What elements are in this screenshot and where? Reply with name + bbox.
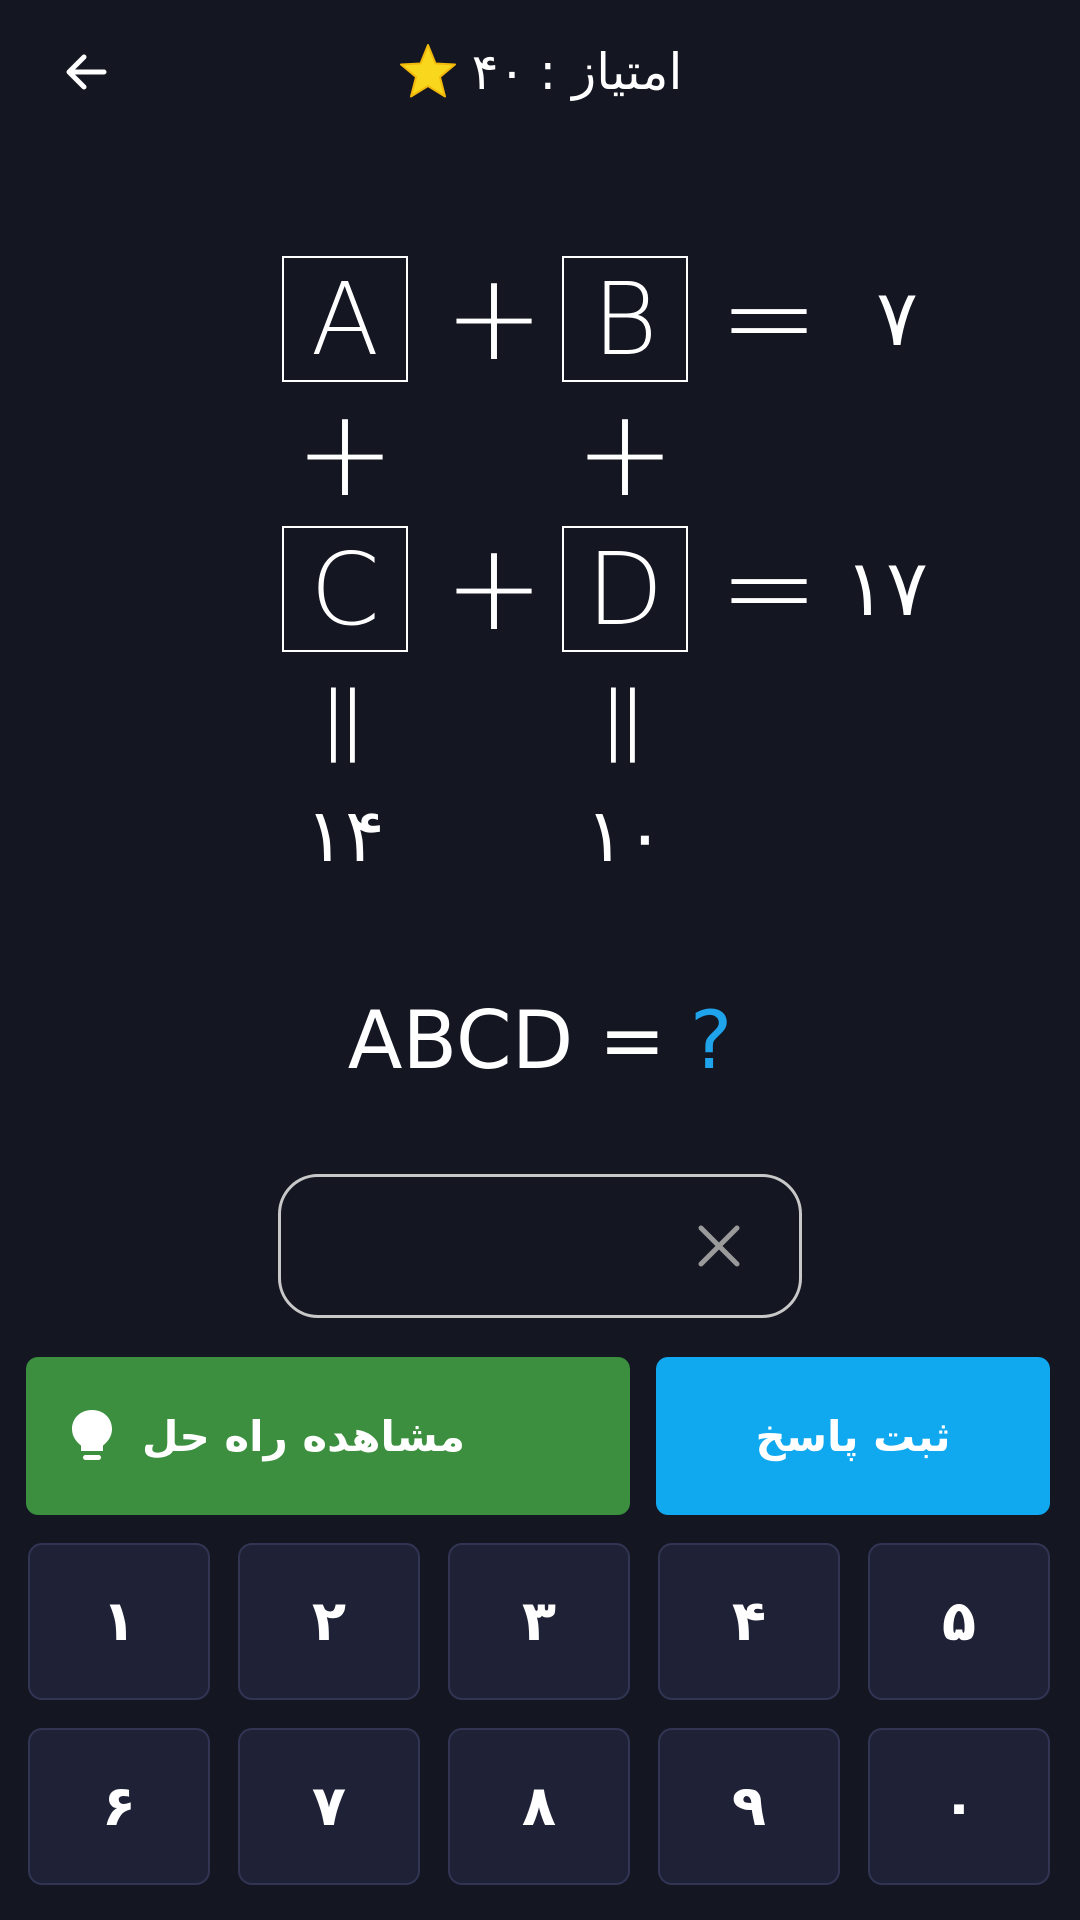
question-line: ABCD = ? bbox=[0, 990, 1080, 1090]
keypad-key-7[interactable]: ۷ bbox=[238, 1728, 420, 1885]
show-solution-button[interactable]: مشاهده راه حل bbox=[26, 1357, 630, 1515]
plus-operator: + bbox=[574, 385, 676, 524]
close-icon bbox=[698, 1225, 740, 1267]
plus-operator: + bbox=[443, 519, 545, 658]
equals-operator: = bbox=[718, 519, 820, 658]
submit-answer-button[interactable]: ثبت پاسخ bbox=[656, 1357, 1050, 1515]
keypad-key-8[interactable]: ۸ bbox=[448, 1728, 630, 1885]
puzzle-grid: A + B = ۷ + + C + D = ۱۷ = = ۱۴ ۱۰ bbox=[0, 0, 1080, 900]
question-expression: ABCD = bbox=[347, 993, 666, 1087]
equals-operator: = bbox=[718, 249, 820, 388]
keypad-key-1[interactable]: ۱ bbox=[28, 1543, 210, 1700]
cell-c: C bbox=[282, 526, 408, 652]
plus-operator: + bbox=[443, 249, 545, 388]
cell-d: D bbox=[562, 526, 688, 652]
cell-a: A bbox=[282, 256, 408, 382]
row1-result: ۷ bbox=[876, 274, 918, 364]
question-unknown: ? bbox=[689, 993, 733, 1087]
keypad-key-6[interactable]: ۶ bbox=[28, 1728, 210, 1885]
keypad-key-5[interactable]: ۵ bbox=[868, 1543, 1050, 1700]
answer-input[interactable] bbox=[278, 1174, 802, 1318]
lightbulb-icon bbox=[72, 1410, 112, 1460]
column1-result: ۱۴ bbox=[305, 793, 385, 879]
keypad-key-9[interactable]: ۹ bbox=[658, 1728, 840, 1885]
keypad-key-3[interactable]: ۳ bbox=[448, 1543, 630, 1700]
row2-result: ۱۷ bbox=[844, 544, 928, 634]
show-solution-label: مشاهده راه حل bbox=[142, 1411, 466, 1461]
equals-operator: = bbox=[276, 674, 415, 776]
submit-answer-label: ثبت پاسخ bbox=[755, 1411, 951, 1461]
equals-operator: = bbox=[556, 674, 695, 776]
plus-operator: + bbox=[294, 385, 396, 524]
column2-result: ۱۰ bbox=[585, 793, 665, 879]
keypad-key-2[interactable]: ۲ bbox=[238, 1543, 420, 1700]
keypad-key-4[interactable]: ۴ bbox=[658, 1543, 840, 1700]
clear-button[interactable] bbox=[697, 1224, 741, 1268]
cell-b: B bbox=[562, 256, 688, 382]
keypad-key-0[interactable]: ۰ bbox=[868, 1728, 1050, 1885]
